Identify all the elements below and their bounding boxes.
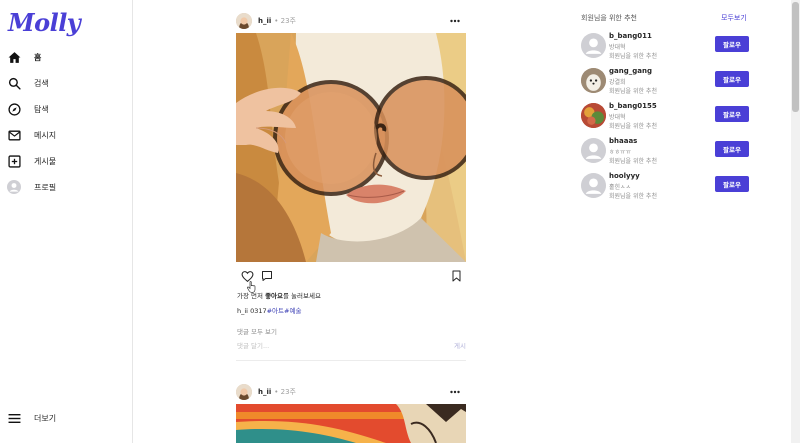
post-time: • 23주 — [274, 388, 296, 396]
suggestions-title: 회원님을 위한 추천 — [581, 14, 637, 22]
app-logo[interactable]: Molly — [8, 8, 81, 37]
post-caption: h_ii 0317#아트#예술 — [237, 305, 301, 315]
caption-text: 0317 — [250, 307, 267, 315]
comment-box: 댓글 달기... 게시 — [237, 340, 466, 352]
post-divider — [236, 360, 466, 361]
plus-square-icon — [7, 154, 21, 168]
caption-tags[interactable]: #아트#예술 — [267, 307, 302, 315]
suggestion-item: b_bang011 방대혁 회원님을 위한 추천 팔로우 — [581, 32, 751, 60]
avatar[interactable] — [581, 68, 606, 93]
suggestion-username[interactable]: gang_gang — [609, 67, 652, 75]
hamburger-menu-icon — [7, 411, 21, 425]
post-time: • 23주 — [274, 17, 296, 25]
comment-icon[interactable] — [260, 269, 274, 283]
suggestion-nickname: 방대혁 — [609, 114, 626, 121]
suggestion-note: 회원님을 위한 추천 — [609, 158, 657, 165]
avatar[interactable] — [236, 384, 252, 400]
suggestion-note: 회원님을 위한 추천 — [609, 88, 657, 95]
suggestion-note: 회원님을 위한 추천 — [609, 123, 657, 130]
follow-button[interactable]: 팔로우 — [715, 176, 749, 192]
more-options-icon[interactable] — [448, 14, 462, 28]
avatar[interactable] — [581, 173, 606, 198]
suggestion-username[interactable]: b_bang011 — [609, 32, 652, 40]
suggestion-note: 회원님을 위한 추천 — [609, 193, 657, 200]
post-username[interactable]: h_ii — [258, 388, 271, 396]
avatar[interactable] — [236, 13, 252, 29]
sidebar-item-label: 게시물 — [34, 156, 57, 166]
sidebar-item-search[interactable]: 검색 — [7, 74, 49, 92]
suggestion-item: gang_gang 강결희 회원님을 위한 추천 팔로우 — [581, 67, 751, 95]
suggestion-username[interactable]: hoolyyy — [609, 172, 640, 180]
sidebar-item-profile[interactable]: 프로필 — [7, 178, 56, 196]
comment-input[interactable]: 댓글 달기... — [237, 342, 269, 350]
post-image[interactable] — [236, 33, 466, 262]
sidebar-item-more[interactable]: 더보기 — [7, 409, 56, 427]
profile-icon — [7, 180, 21, 194]
left-sidebar: Molly 홈 검색 탐색 메시지 게시물 프로필 더보기 — [0, 0, 133, 443]
page-scrollbar[interactable] — [791, 0, 800, 443]
bookmark-icon[interactable] — [449, 269, 463, 283]
comment-post-button[interactable]: 게시 — [454, 340, 466, 350]
caption-user[interactable]: h_ii — [237, 307, 248, 315]
sidebar-item-label: 메시지 — [34, 130, 57, 140]
likes-suffix: 를 눌러보세요 — [283, 292, 321, 300]
suggestion-nickname: ㅎㅎㅠㅠ — [609, 149, 632, 156]
sidebar-item-label: 검색 — [34, 78, 49, 88]
suggestion-nickname: 방대혁 — [609, 44, 626, 51]
follow-button[interactable]: 팔로우 — [715, 141, 749, 157]
sidebar-item-label: 탐색 — [34, 104, 49, 114]
suggestion-item: bhaaas ㅎㅎㅠㅠ 회원님을 위한 추천 팔로우 — [581, 137, 751, 165]
compass-icon — [7, 102, 21, 116]
post-header: h_ii • 23주 — [236, 382, 466, 402]
suggestion-note: 회원님을 위한 추천 — [609, 53, 657, 60]
post-username[interactable]: h_ii — [258, 17, 271, 25]
sidebar-item-label: 프로필 — [34, 182, 57, 192]
more-options-icon[interactable] — [448, 385, 462, 399]
avatar[interactable] — [581, 33, 606, 58]
suggestion-nickname: 강결희 — [609, 79, 626, 86]
follow-button[interactable]: 팔로우 — [715, 71, 749, 87]
post-image[interactable] — [236, 404, 466, 443]
avatar[interactable] — [581, 138, 606, 163]
sidebar-item-messages[interactable]: 메시지 — [7, 126, 56, 144]
suggestion-username[interactable]: b_bang0155 — [609, 102, 657, 110]
suggestion-nickname: 홀힌ㅅㅅ — [609, 184, 632, 191]
sidebar-item-label: 더보기 — [34, 413, 57, 423]
scrollbar-thumb[interactable] — [792, 2, 799, 112]
mail-icon — [7, 128, 21, 142]
suggestion-item: b_bang0155 방대혁 회원님을 위한 추천 팔로우 — [581, 102, 751, 130]
likes-prefix: 가장 먼저 — [237, 292, 266, 300]
sidebar-item-home[interactable]: 홈 — [7, 48, 41, 66]
sidebar-item-label: 홈 — [34, 52, 42, 62]
search-icon — [7, 76, 21, 90]
suggestion-username[interactable]: bhaaas — [609, 137, 637, 145]
sidebar-item-explore[interactable]: 탐색 — [7, 100, 49, 118]
see-all-link[interactable]: 모두보기 — [721, 13, 747, 23]
likes-text: 가장 먼저 좋아요를 눌러보세요 — [237, 290, 321, 300]
view-all-comments-link[interactable]: 댓글 모두 보기 — [237, 326, 277, 336]
suggestion-item: hoolyyy 홀힌ㅅㅅ 회원님을 위한 추천 팔로우 — [581, 172, 751, 200]
home-icon — [7, 50, 21, 64]
post-header: h_ii • 23주 — [236, 11, 466, 31]
follow-button[interactable]: 팔로우 — [715, 106, 749, 122]
sidebar-item-create[interactable]: 게시물 — [7, 152, 56, 170]
follow-button[interactable]: 팔로우 — [715, 36, 749, 52]
likes-bold[interactable]: 좋아요 — [265, 292, 283, 300]
avatar[interactable] — [581, 103, 606, 128]
